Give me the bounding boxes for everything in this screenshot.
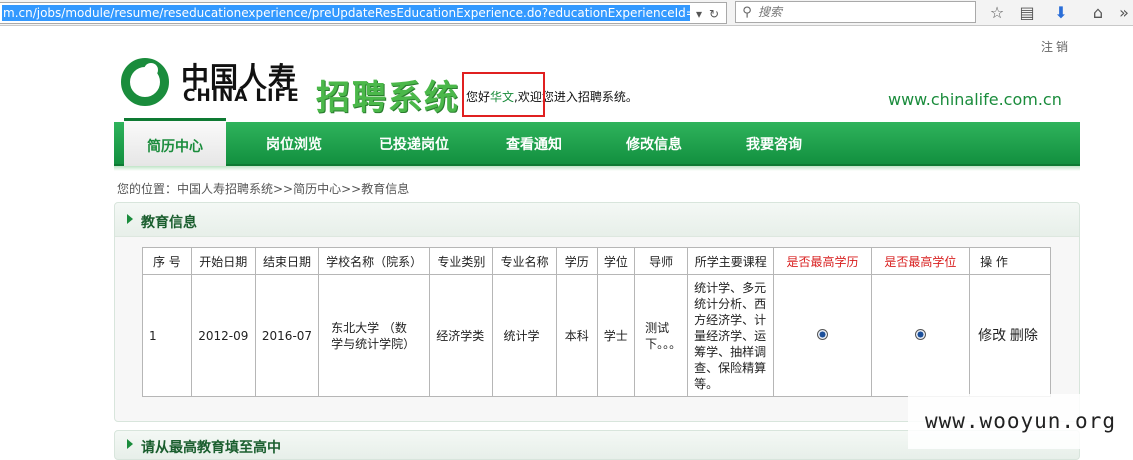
bookmark-star-icon[interactable]: ☆ bbox=[986, 2, 1008, 24]
nav-item-applied-jobs[interactable]: 已投递岗位 bbox=[362, 122, 466, 166]
cell-start-date: 2012-09 bbox=[190, 274, 256, 397]
cell-end-date: 2016-07 bbox=[254, 274, 320, 397]
edit-link[interactable]: 修改 bbox=[978, 328, 1006, 344]
cell-education: 本科 bbox=[555, 274, 598, 397]
column-header: 开始日期 bbox=[190, 247, 256, 275]
cell-degree: 学士 bbox=[596, 274, 636, 397]
section-hint-title: 请从最高教育填至高中 bbox=[141, 440, 281, 456]
cell-courses: 统计学、多元统计分析、西方经济学、计量经济学、运筹学、抽样调查、保险精算等。 bbox=[687, 274, 775, 397]
section-title: 教育信息 bbox=[141, 215, 197, 231]
cell-school: 东北大学 （数学与统计学院） bbox=[318, 274, 431, 397]
column-header: 学校名称（院系） bbox=[318, 247, 431, 275]
nav-item-edit-info[interactable]: 修改信息 bbox=[606, 122, 702, 166]
panel-header: 教育信息 bbox=[115, 203, 1079, 237]
nav-item-resume-center[interactable]: 简历中心 bbox=[124, 118, 226, 166]
chevron-right-icon bbox=[127, 439, 133, 449]
table-row: 1 2012-09 2016-07 东北大学 （数学与统计学院） 经济学类 统计… bbox=[142, 274, 1051, 397]
reading-list-icon[interactable]: ▤ bbox=[1016, 2, 1038, 24]
column-header: 学位 bbox=[596, 247, 636, 275]
table-header-row: 序 号 开始日期 结束日期 学校名称（院系） 专业类别 专业名称 学历 学位 导… bbox=[142, 247, 1051, 275]
menu-more-icon[interactable]: » bbox=[1113, 2, 1133, 24]
highlight-annotation-box bbox=[462, 72, 545, 117]
nav-item-browse-jobs[interactable]: 岗位浏览 bbox=[244, 122, 344, 166]
nav-shadow bbox=[114, 166, 1080, 171]
browser-toolbar: m.cn/jobs/module/resume/reseducationexpe… bbox=[0, 0, 1133, 26]
cell-index: 1 bbox=[142, 274, 192, 397]
site-url: www.chinalife.com.cn bbox=[888, 90, 1062, 109]
cell-highest-degree bbox=[870, 274, 971, 397]
cell-tutor: 测试下。。。 bbox=[634, 274, 689, 397]
radio-highest-education[interactable] bbox=[817, 328, 829, 340]
logo-mark-icon bbox=[121, 58, 169, 106]
search-input[interactable] bbox=[758, 5, 958, 19]
cell-major: 统计学 bbox=[492, 274, 557, 397]
download-icon[interactable]: ⬇ bbox=[1050, 2, 1072, 24]
column-header: 操 作 bbox=[969, 247, 1051, 275]
search-icon: ⚲ bbox=[742, 4, 752, 20]
column-header: 学历 bbox=[555, 247, 598, 275]
home-icon[interactable]: ⌂ bbox=[1087, 2, 1109, 24]
logout-link[interactable]: 注销 bbox=[1041, 38, 1071, 55]
nav-item-notifications[interactable]: 查看通知 bbox=[486, 122, 582, 166]
address-bar[interactable]: m.cn/jobs/module/resume/reseducationexpe… bbox=[0, 2, 727, 24]
column-header: 是否最高学位 bbox=[870, 247, 971, 275]
search-box[interactable]: ⚲ bbox=[735, 1, 976, 23]
cell-category: 经济学类 bbox=[429, 274, 494, 397]
nav-item-consult[interactable]: 我要咨询 bbox=[726, 122, 822, 166]
column-header: 序 号 bbox=[142, 247, 192, 275]
column-header: 导师 bbox=[634, 247, 689, 275]
column-header: 专业类别 bbox=[429, 247, 494, 275]
column-header: 所学主要课程 bbox=[687, 247, 775, 275]
cell-highest-education bbox=[773, 274, 872, 397]
system-title: 招聘系统 bbox=[316, 78, 460, 118]
radio-highest-degree[interactable] bbox=[914, 328, 926, 340]
url-text[interactable]: m.cn/jobs/module/resume/reseducationexpe… bbox=[2, 5, 690, 21]
main-nav: 简历中心 岗位浏览 已投递岗位 查看通知 修改信息 我要咨询 bbox=[114, 118, 1080, 166]
reload-icon[interactable]: ↻ bbox=[706, 6, 722, 22]
breadcrumb: 您的位置：中国人寿招聘系统>>简历中心>>教育信息 bbox=[117, 182, 410, 196]
cell-actions: 修改 删除 bbox=[969, 274, 1051, 397]
dropdown-arrow-icon[interactable]: ▾ bbox=[691, 6, 707, 22]
column-header: 专业名称 bbox=[492, 247, 557, 275]
education-table: 序 号 开始日期 结束日期 学校名称（院系） 专业类别 专业名称 学历 学位 导… bbox=[142, 247, 1051, 397]
logo-text-en: CHINA LIFE bbox=[183, 86, 300, 106]
delete-link[interactable]: 删除 bbox=[1010, 328, 1038, 344]
column-header: 是否最高学历 bbox=[773, 247, 872, 275]
watermark: www.wooyun.org bbox=[908, 394, 1133, 449]
column-header: 结束日期 bbox=[254, 247, 320, 275]
chevron-right-icon bbox=[127, 214, 133, 224]
